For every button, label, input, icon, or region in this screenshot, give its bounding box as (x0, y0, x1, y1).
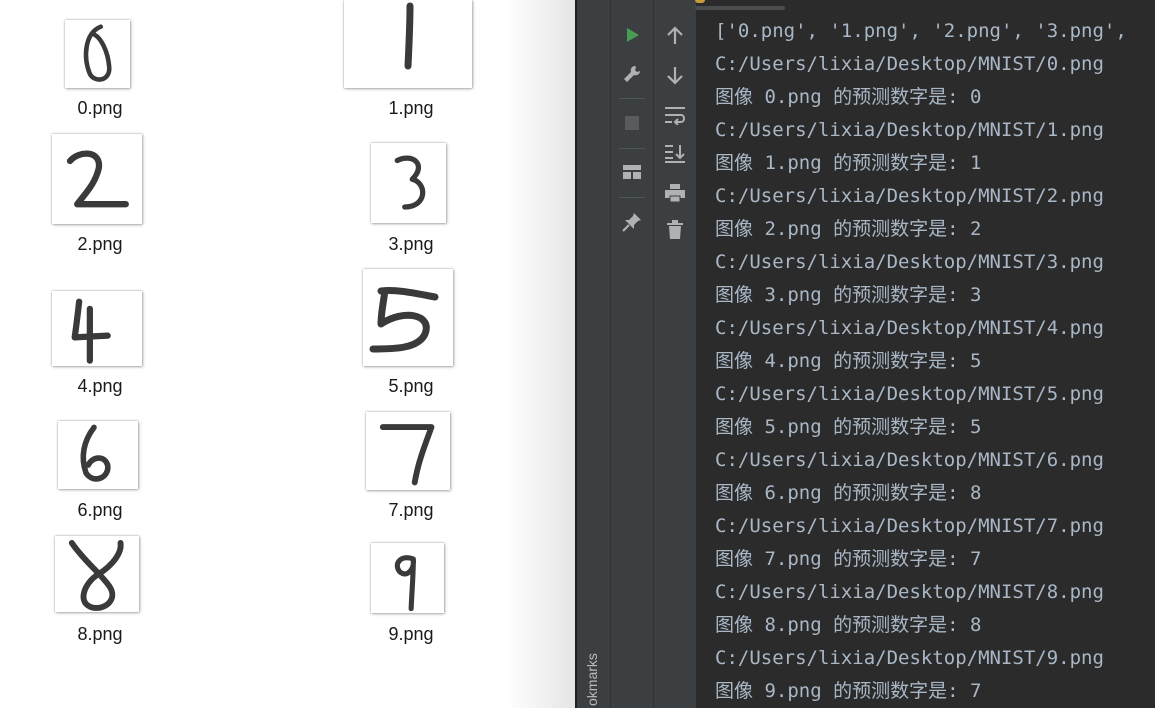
console-line: C:/Users/lixia/Desktop/MNIST/9.png (715, 647, 1104, 669)
file-name[interactable]: 8.png (30, 624, 170, 644)
run-toolbar (611, 0, 654, 708)
toolbar-separator (619, 98, 645, 99)
thumbnail-5[interactable] (363, 269, 453, 366)
stop-icon (620, 111, 644, 135)
file-name[interactable]: 9.png (341, 624, 481, 644)
soft-wrap-icon[interactable] (663, 103, 687, 127)
console-line: C:/Users/lixia/Desktop/MNIST/3.png (715, 251, 1104, 273)
wrench-icon[interactable] (620, 62, 644, 86)
handwritten-digit-6-image (80, 424, 111, 482)
toolbar-separator (619, 197, 645, 198)
handwritten-digit-7-image (379, 424, 435, 486)
thumbnail-9[interactable] (371, 543, 444, 613)
tool-window-strip: okmarks (577, 0, 611, 708)
console-line: 图像 6.png 的预测数字是: 8 (715, 482, 982, 504)
thumbnail-8[interactable] (55, 536, 139, 612)
console-line: 图像 5.png 的预测数字是: 5 (715, 416, 982, 438)
handwritten-digit-4-image (71, 298, 111, 364)
console-line: C:/Users/lixia/Desktop/MNIST/5.png (715, 383, 1104, 405)
console-line: 图像 1.png 的预测数字是: 1 (715, 152, 982, 174)
file-name[interactable]: 5.png (341, 376, 481, 396)
thumbnail-2[interactable] (52, 134, 142, 224)
console-line: 图像 9.png 的预测数字是: 7 (715, 680, 982, 702)
arrow-up-icon[interactable] (663, 24, 687, 48)
console-toolbar (654, 0, 697, 708)
layout-icon[interactable] (620, 160, 644, 184)
file-name[interactable]: 1.png (341, 98, 481, 118)
console-line: C:/Users/lixia/Desktop/MNIST/8.png (715, 581, 1104, 603)
thumbnail-1[interactable] (344, 0, 472, 88)
ide-run-panel: okmarks ['0.png', '1.png', '2.png', '3.p… (577, 0, 1155, 708)
console-line: 图像 2.png 的预测数字是: 2 (715, 218, 982, 240)
thumbnail-0[interactable] (65, 20, 130, 88)
console-output[interactable]: ['0.png', '1.png', '2.png', '3.png', C:/… (697, 15, 1155, 708)
file-name[interactable]: 3.png (341, 234, 481, 254)
file-explorer: 0.png 1.png 2.png 3.png 4.png 5.png 6.pn… (0, 0, 575, 708)
run-icon[interactable] (620, 23, 644, 47)
toolbar-separator (619, 148, 645, 149)
console-line: ['0.png', '1.png', '2.png', '3.png', (715, 20, 1127, 42)
console-line: C:/Users/lixia/Desktop/MNIST/6.png (715, 449, 1104, 471)
console-line: C:/Users/lixia/Desktop/MNIST/0.png (715, 53, 1104, 75)
console-line: C:/Users/lixia/Desktop/MNIST/7.png (715, 515, 1104, 537)
console-line: C:/Users/lixia/Desktop/MNIST/2.png (715, 185, 1104, 207)
print-icon[interactable] (663, 181, 687, 205)
handwritten-digit-8-image (68, 539, 124, 611)
file-name[interactable]: 6.png (30, 500, 170, 520)
editor-tab-indicator[interactable] (695, 6, 785, 10)
file-name[interactable]: 4.png (30, 376, 170, 396)
console-line: 图像 8.png 的预测数字是: 8 (715, 614, 982, 636)
file-name[interactable]: 0.png (30, 98, 170, 118)
console-line: 图像 0.png 的预测数字是: 0 (715, 86, 982, 108)
console-line: 图像 7.png 的预测数字是: 7 (715, 548, 982, 570)
console-line: C:/Users/lixia/Desktop/MNIST/1.png (715, 119, 1104, 141)
arrow-down-icon[interactable] (663, 63, 687, 87)
thumbnail-6[interactable] (58, 421, 138, 489)
handwritten-digit-3-image (394, 155, 426, 210)
file-name[interactable]: 7.png (341, 500, 481, 520)
file-name[interactable]: 2.png (30, 234, 170, 254)
handwritten-digit-5-image (369, 287, 439, 353)
thumbnail-7[interactable] (366, 412, 450, 490)
thumbnail-4[interactable] (52, 291, 142, 366)
handwritten-digit-0-image (83, 24, 112, 82)
tab-accent (695, 0, 705, 3)
console-line: C:/Users/lixia/Desktop/MNIST/4.png (715, 317, 1104, 339)
handwritten-digit-2-image (66, 150, 129, 208)
trash-icon[interactable] (663, 218, 687, 242)
bookmarks-tab[interactable]: okmarks (584, 653, 600, 706)
handwritten-digit-9-image (394, 555, 417, 612)
handwritten-digit-1-image (404, 2, 414, 70)
pin-icon[interactable] (620, 210, 644, 234)
scroll-to-end-icon[interactable] (663, 141, 687, 165)
thumbnail-3[interactable] (371, 143, 446, 223)
console-line: 图像 4.png 的预测数字是: 5 (715, 350, 982, 372)
console-line: 图像 3.png 的预测数字是: 3 (715, 284, 982, 306)
